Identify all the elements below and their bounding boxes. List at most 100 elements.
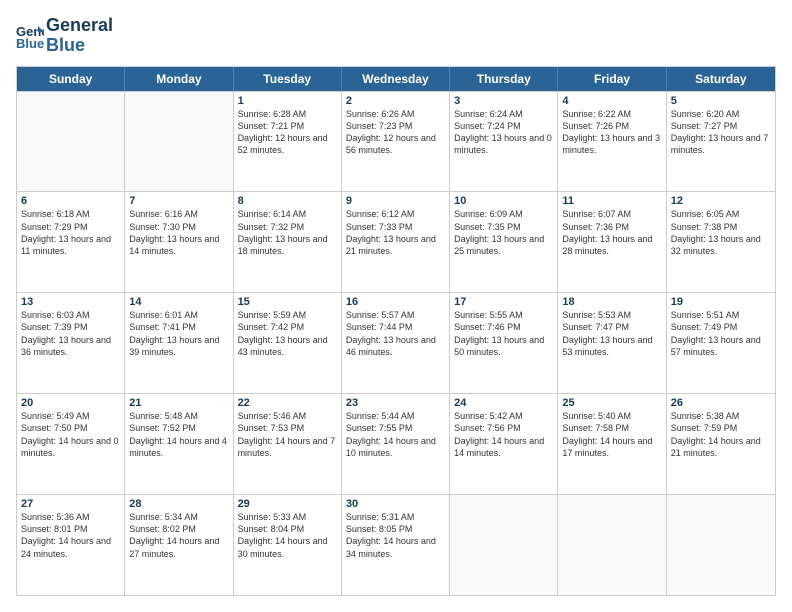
day-number: 17	[454, 296, 553, 308]
calendar-day-5: 5Sunrise: 6:20 AM Sunset: 7:27 PM Daylig…	[667, 92, 775, 192]
day-number: 18	[562, 296, 661, 308]
day-info: Sunrise: 5:42 AM Sunset: 7:56 PM Dayligh…	[454, 410, 553, 459]
calendar-empty-cell	[125, 92, 233, 192]
day-info: Sunrise: 6:05 AM Sunset: 7:38 PM Dayligh…	[671, 208, 771, 257]
weekday-header-thursday: Thursday	[450, 67, 558, 91]
day-info: Sunrise: 6:09 AM Sunset: 7:35 PM Dayligh…	[454, 208, 553, 257]
day-number: 29	[238, 498, 337, 510]
weekday-header-monday: Monday	[125, 67, 233, 91]
day-info: Sunrise: 6:03 AM Sunset: 7:39 PM Dayligh…	[21, 309, 120, 358]
day-info: Sunrise: 6:07 AM Sunset: 7:36 PM Dayligh…	[562, 208, 661, 257]
day-number: 13	[21, 296, 120, 308]
calendar-day-2: 2Sunrise: 6:26 AM Sunset: 7:23 PM Daylig…	[342, 92, 450, 192]
day-info: Sunrise: 5:49 AM Sunset: 7:50 PM Dayligh…	[21, 410, 120, 459]
calendar: SundayMondayTuesdayWednesdayThursdayFrid…	[16, 66, 776, 596]
calendar-day-12: 12Sunrise: 6:05 AM Sunset: 7:38 PM Dayli…	[667, 192, 775, 292]
day-info: Sunrise: 5:40 AM Sunset: 7:58 PM Dayligh…	[562, 410, 661, 459]
day-info: Sunrise: 5:55 AM Sunset: 7:46 PM Dayligh…	[454, 309, 553, 358]
day-number: 15	[238, 296, 337, 308]
day-info: Sunrise: 5:57 AM Sunset: 7:44 PM Dayligh…	[346, 309, 445, 358]
day-info: Sunrise: 6:26 AM Sunset: 7:23 PM Dayligh…	[346, 108, 445, 157]
calendar-day-6: 6Sunrise: 6:18 AM Sunset: 7:29 PM Daylig…	[17, 192, 125, 292]
day-info: Sunrise: 6:20 AM Sunset: 7:27 PM Dayligh…	[671, 108, 771, 157]
day-number: 1	[238, 95, 337, 107]
day-number: 20	[21, 397, 120, 409]
calendar-empty-cell	[17, 92, 125, 192]
calendar-day-11: 11Sunrise: 6:07 AM Sunset: 7:36 PM Dayli…	[558, 192, 666, 292]
logo-text: General Blue	[46, 16, 113, 56]
calendar-page: General Blue General Blue SundayMondayTu…	[0, 0, 792, 612]
logo: General Blue General Blue	[16, 16, 113, 56]
svg-text:Blue: Blue	[16, 36, 44, 50]
calendar-day-7: 7Sunrise: 6:16 AM Sunset: 7:30 PM Daylig…	[125, 192, 233, 292]
calendar-day-14: 14Sunrise: 6:01 AM Sunset: 7:41 PM Dayli…	[125, 293, 233, 393]
day-number: 11	[562, 195, 661, 207]
calendar-day-26: 26Sunrise: 5:38 AM Sunset: 7:59 PM Dayli…	[667, 394, 775, 494]
calendar-day-9: 9Sunrise: 6:12 AM Sunset: 7:33 PM Daylig…	[342, 192, 450, 292]
day-number: 6	[21, 195, 120, 207]
day-info: Sunrise: 6:01 AM Sunset: 7:41 PM Dayligh…	[129, 309, 228, 358]
day-number: 30	[346, 498, 445, 510]
calendar-row-3: 13Sunrise: 6:03 AM Sunset: 7:39 PM Dayli…	[17, 292, 775, 393]
day-info: Sunrise: 6:14 AM Sunset: 7:32 PM Dayligh…	[238, 208, 337, 257]
calendar-empty-cell	[667, 495, 775, 595]
day-info: Sunrise: 5:31 AM Sunset: 8:05 PM Dayligh…	[346, 511, 445, 560]
day-info: Sunrise: 6:24 AM Sunset: 7:24 PM Dayligh…	[454, 108, 553, 157]
weekday-header-sunday: Sunday	[17, 67, 125, 91]
calendar-day-8: 8Sunrise: 6:14 AM Sunset: 7:32 PM Daylig…	[234, 192, 342, 292]
day-number: 7	[129, 195, 228, 207]
day-info: Sunrise: 5:34 AM Sunset: 8:02 PM Dayligh…	[129, 511, 228, 560]
day-number: 25	[562, 397, 661, 409]
day-number: 22	[238, 397, 337, 409]
day-info: Sunrise: 5:38 AM Sunset: 7:59 PM Dayligh…	[671, 410, 771, 459]
calendar-day-23: 23Sunrise: 5:44 AM Sunset: 7:55 PM Dayli…	[342, 394, 450, 494]
calendar-day-18: 18Sunrise: 5:53 AM Sunset: 7:47 PM Dayli…	[558, 293, 666, 393]
day-number: 2	[346, 95, 445, 107]
day-number: 4	[562, 95, 661, 107]
day-number: 14	[129, 296, 228, 308]
day-number: 3	[454, 95, 553, 107]
day-info: Sunrise: 6:12 AM Sunset: 7:33 PM Dayligh…	[346, 208, 445, 257]
calendar-day-17: 17Sunrise: 5:55 AM Sunset: 7:46 PM Dayli…	[450, 293, 558, 393]
day-number: 28	[129, 498, 228, 510]
day-info: Sunrise: 5:53 AM Sunset: 7:47 PM Dayligh…	[562, 309, 661, 358]
calendar-day-28: 28Sunrise: 5:34 AM Sunset: 8:02 PM Dayli…	[125, 495, 233, 595]
day-info: Sunrise: 6:28 AM Sunset: 7:21 PM Dayligh…	[238, 108, 337, 157]
day-number: 8	[238, 195, 337, 207]
calendar-day-19: 19Sunrise: 5:51 AM Sunset: 7:49 PM Dayli…	[667, 293, 775, 393]
calendar-day-27: 27Sunrise: 5:36 AM Sunset: 8:01 PM Dayli…	[17, 495, 125, 595]
weekday-header-tuesday: Tuesday	[234, 67, 342, 91]
calendar-header: SundayMondayTuesdayWednesdayThursdayFrid…	[17, 67, 775, 91]
calendar-day-1: 1Sunrise: 6:28 AM Sunset: 7:21 PM Daylig…	[234, 92, 342, 192]
calendar-day-24: 24Sunrise: 5:42 AM Sunset: 7:56 PM Dayli…	[450, 394, 558, 494]
calendar-day-30: 30Sunrise: 5:31 AM Sunset: 8:05 PM Dayli…	[342, 495, 450, 595]
calendar-day-21: 21Sunrise: 5:48 AM Sunset: 7:52 PM Dayli…	[125, 394, 233, 494]
calendar-day-20: 20Sunrise: 5:49 AM Sunset: 7:50 PM Dayli…	[17, 394, 125, 494]
header: General Blue General Blue	[16, 16, 776, 56]
weekday-header-wednesday: Wednesday	[342, 67, 450, 91]
day-info: Sunrise: 5:33 AM Sunset: 8:04 PM Dayligh…	[238, 511, 337, 560]
day-number: 23	[346, 397, 445, 409]
calendar-row-4: 20Sunrise: 5:49 AM Sunset: 7:50 PM Dayli…	[17, 393, 775, 494]
day-number: 10	[454, 195, 553, 207]
day-number: 9	[346, 195, 445, 207]
day-info: Sunrise: 5:59 AM Sunset: 7:42 PM Dayligh…	[238, 309, 337, 358]
day-number: 5	[671, 95, 771, 107]
day-info: Sunrise: 5:44 AM Sunset: 7:55 PM Dayligh…	[346, 410, 445, 459]
day-info: Sunrise: 5:51 AM Sunset: 7:49 PM Dayligh…	[671, 309, 771, 358]
calendar-empty-cell	[558, 495, 666, 595]
calendar-day-10: 10Sunrise: 6:09 AM Sunset: 7:35 PM Dayli…	[450, 192, 558, 292]
calendar-empty-cell	[450, 495, 558, 595]
day-info: Sunrise: 5:46 AM Sunset: 7:53 PM Dayligh…	[238, 410, 337, 459]
calendar-row-2: 6Sunrise: 6:18 AM Sunset: 7:29 PM Daylig…	[17, 191, 775, 292]
day-number: 19	[671, 296, 771, 308]
calendar-row-1: 1Sunrise: 6:28 AM Sunset: 7:21 PM Daylig…	[17, 91, 775, 192]
calendar-row-5: 27Sunrise: 5:36 AM Sunset: 8:01 PM Dayli…	[17, 494, 775, 595]
calendar-day-29: 29Sunrise: 5:33 AM Sunset: 8:04 PM Dayli…	[234, 495, 342, 595]
day-info: Sunrise: 5:48 AM Sunset: 7:52 PM Dayligh…	[129, 410, 228, 459]
day-info: Sunrise: 6:16 AM Sunset: 7:30 PM Dayligh…	[129, 208, 228, 257]
calendar-day-13: 13Sunrise: 6:03 AM Sunset: 7:39 PM Dayli…	[17, 293, 125, 393]
calendar-day-15: 15Sunrise: 5:59 AM Sunset: 7:42 PM Dayli…	[234, 293, 342, 393]
day-number: 27	[21, 498, 120, 510]
calendar-day-25: 25Sunrise: 5:40 AM Sunset: 7:58 PM Dayli…	[558, 394, 666, 494]
